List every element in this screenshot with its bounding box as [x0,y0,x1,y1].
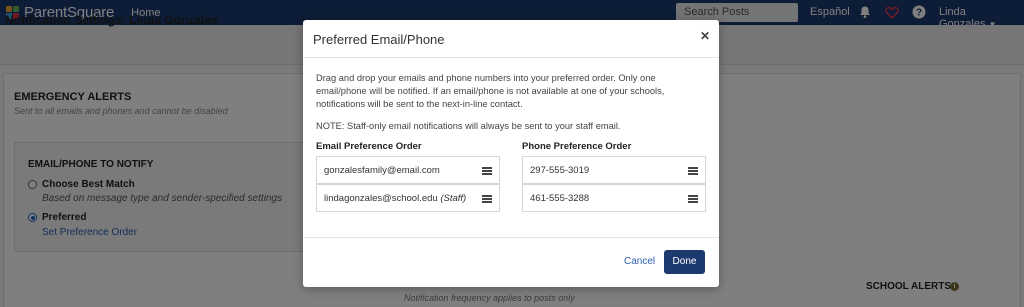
drag-handle-icon[interactable] [688,167,698,175]
drag-handle-icon[interactable] [482,167,492,175]
phone-pref-item[interactable]: 461-555-3288 [522,184,706,212]
phone-number: 461-555-3288 [530,193,590,204]
modal-title: Preferred Email/Phone [313,32,445,47]
modal-footer-divider [303,237,719,238]
modal-close-icon[interactable]: ✕ [700,29,710,43]
drag-handle-icon[interactable] [482,195,492,203]
modal-description: Drag and drop your emails and phone numb… [316,73,665,109]
email-address: gonzalesfamily@email.com [324,165,440,176]
email-pref-item[interactable]: lindagonzales@school.edu (Staff) [316,184,500,212]
phone-pref-item[interactable]: 297-555-3019 [522,156,706,184]
staff-tag: (Staff) [440,193,467,204]
done-button[interactable]: Done [664,250,705,274]
phone-column-title: Phone Preference Order [522,141,632,152]
cancel-button[interactable]: Cancel [624,256,655,267]
email-column-title: Email Preference Order [316,141,422,152]
email-pref-item[interactable]: gonzalesfamily@email.com [316,156,500,184]
email-address: lindagonzales@school.edu [324,193,438,204]
drag-handle-icon[interactable] [688,195,698,203]
phone-number: 297-555-3019 [530,165,590,176]
modal-note: NOTE: Staff-only email notifications wil… [316,121,621,131]
preferred-contact-modal: Preferred Email/Phone ✕ Drag and drop yo… [303,20,719,287]
